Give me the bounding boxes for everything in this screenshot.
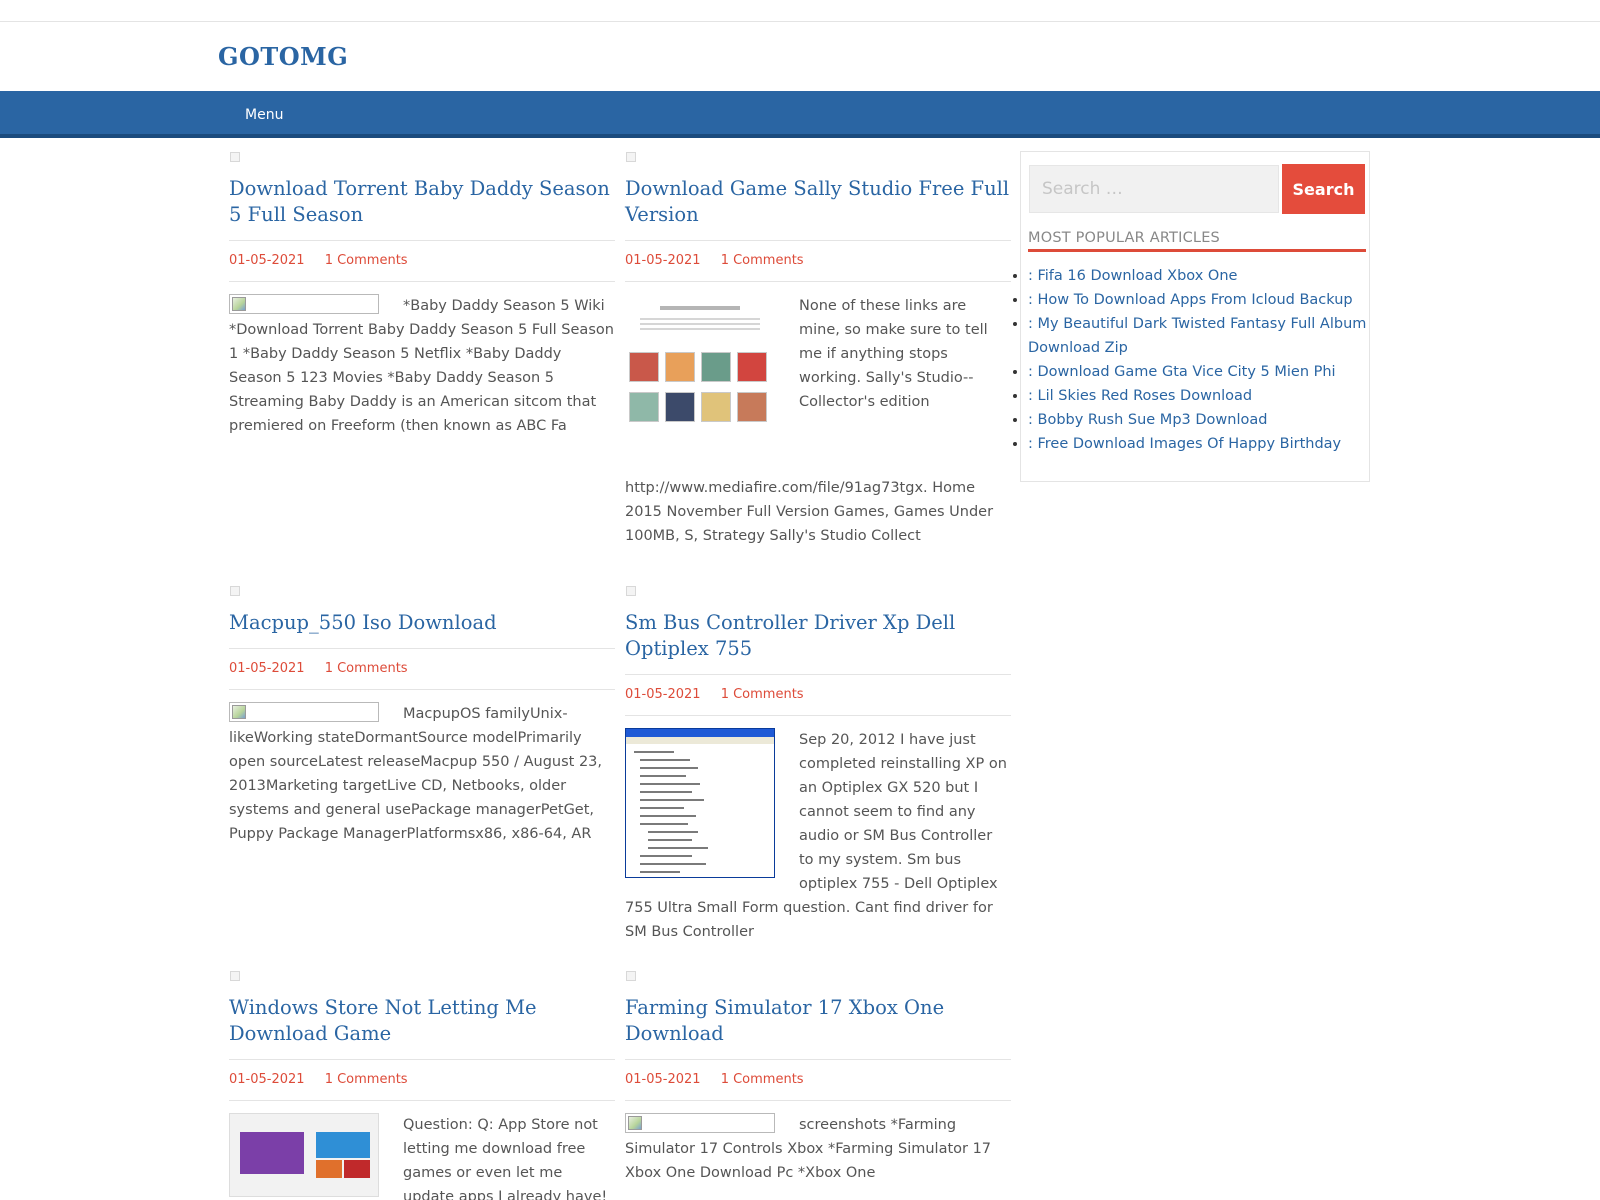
- search-input[interactable]: [1029, 165, 1279, 213]
- post-date[interactable]: 01-05-2021: [229, 661, 305, 676]
- popular-article-link[interactable]: : Fifa 16 Download Xbox One: [1028, 268, 1237, 284]
- top-bar: [0, 0, 1600, 22]
- broken-image-icon: [229, 702, 379, 722]
- post-comments-link[interactable]: 1 Comments: [325, 253, 408, 268]
- post-excerpt: screenshots *Farming Simulator 17 Contro…: [625, 1113, 1011, 1185]
- post-thumbnail-placeholder: [626, 152, 636, 162]
- post-meta: 01-05-2021 1 Comments: [229, 648, 615, 690]
- post-card: Farming Simulator 17 Xbox One Download 0…: [625, 971, 1011, 1185]
- popular-article-link[interactable]: : Bobby Rush Sue Mp3 Download: [1028, 412, 1267, 428]
- post-excerpt: None of these links are mine, so make su…: [625, 294, 1011, 548]
- post-meta: 01-05-2021 1 Comments: [625, 674, 1011, 716]
- post-excerpt: MacpupOS familyUnix-likeWorking stateDor…: [229, 702, 615, 846]
- popular-article-link[interactable]: : Lil Skies Red Roses Download: [1028, 388, 1252, 404]
- post-comments-link[interactable]: 1 Comments: [721, 1072, 804, 1087]
- post-excerpt-text: *Baby Daddy Season 5 Wiki *Download Torr…: [229, 298, 614, 434]
- post-comments-link[interactable]: 1 Comments: [721, 253, 804, 268]
- post-date[interactable]: 01-05-2021: [229, 1072, 305, 1087]
- post-excerpt: Sep 20, 2012 I have just completed reins…: [625, 728, 1011, 944]
- sidebar: Search MOST POPULAR ARTICLES : Fifa 16 D…: [1020, 151, 1370, 482]
- post-date[interactable]: 01-05-2021: [625, 253, 701, 268]
- posts-grid: Download Torrent Baby Daddy Season 5 Ful…: [229, 152, 1011, 1200]
- post-card: Download Game Sally Studio Free Full Ver…: [625, 152, 1011, 548]
- post-title[interactable]: Download Game Sally Studio Free Full Ver…: [625, 176, 1011, 228]
- post-date[interactable]: 01-05-2021: [229, 253, 305, 268]
- main-navigation: Menu: [0, 91, 1600, 138]
- post-title[interactable]: Windows Store Not Letting Me Download Ga…: [229, 995, 615, 1047]
- post-excerpt: *Baby Daddy Season 5 Wiki *Download Torr…: [229, 294, 615, 438]
- post-meta: 01-05-2021 1 Comments: [625, 1059, 1011, 1101]
- post-meta: 01-05-2021 1 Comments: [229, 1059, 615, 1101]
- search-button[interactable]: Search: [1282, 164, 1365, 214]
- post-thumbnail-placeholder: [230, 971, 240, 981]
- quilt-pattern-image: [625, 294, 775, 472]
- post-title[interactable]: Macpup_550 Iso Download: [229, 610, 615, 636]
- site-header: GOTOMG: [0, 22, 1600, 91]
- post-title[interactable]: Farming Simulator 17 Xbox One Download: [625, 995, 1011, 1047]
- post-meta: 01-05-2021 1 Comments: [625, 240, 1011, 282]
- post-title[interactable]: Sm Bus Controller Driver Xp Dell Optiple…: [625, 610, 1011, 662]
- list-item: : Bobby Rush Sue Mp3 Download: [1028, 408, 1368, 432]
- post-meta: 01-05-2021 1 Comments: [229, 240, 615, 282]
- post-date[interactable]: 01-05-2021: [625, 1072, 701, 1087]
- popular-articles-heading: MOST POPULAR ARTICLES: [1028, 230, 1366, 252]
- post-thumbnail-placeholder: [230, 586, 240, 596]
- post-comments-link[interactable]: 1 Comments: [325, 1072, 408, 1087]
- post-card: Windows Store Not Letting Me Download Ga…: [229, 971, 615, 1200]
- post-title[interactable]: Download Torrent Baby Daddy Season 5 Ful…: [229, 176, 615, 228]
- windows-store-screenshot: [229, 1113, 379, 1197]
- popular-article-link[interactable]: : Download Game Gta Vice City 5 Mien Phi: [1028, 364, 1336, 380]
- post-thumbnail-placeholder: [626, 586, 636, 596]
- broken-image-icon: [625, 1113, 775, 1133]
- post-date[interactable]: 01-05-2021: [625, 687, 701, 702]
- list-item: : Fifa 16 Download Xbox One: [1028, 264, 1368, 288]
- post-card: Sm Bus Controller Driver Xp Dell Optiple…: [625, 586, 1011, 944]
- post-card: Macpup_550 Iso Download 01-05-2021 1 Com…: [229, 586, 615, 846]
- site-title[interactable]: GOTOMG: [218, 42, 348, 71]
- popular-article-link[interactable]: : How To Download Apps From Icloud Backu…: [1028, 292, 1353, 308]
- popular-articles-list: : Fifa 16 Download Xbox One : How To Dow…: [1028, 264, 1368, 456]
- list-item: : How To Download Apps From Icloud Backu…: [1028, 288, 1368, 312]
- post-excerpt-text: MacpupOS familyUnix-likeWorking stateDor…: [229, 706, 603, 842]
- list-item: : Download Game Gta Vice City 5 Mien Phi: [1028, 360, 1368, 384]
- list-item: : Free Download Images Of Happy Birthday: [1028, 432, 1368, 456]
- device-manager-screenshot: [625, 728, 775, 878]
- post-card: Download Torrent Baby Daddy Season 5 Ful…: [229, 152, 615, 438]
- broken-image-icon: [229, 294, 379, 314]
- popular-article-link[interactable]: : My Beautiful Dark Twisted Fantasy Full…: [1028, 316, 1366, 356]
- menu-toggle-button[interactable]: Menu: [245, 107, 283, 123]
- list-item: : Lil Skies Red Roses Download: [1028, 384, 1368, 408]
- post-comments-link[interactable]: 1 Comments: [721, 687, 804, 702]
- post-comments-link[interactable]: 1 Comments: [325, 661, 408, 676]
- post-thumbnail-placeholder: [230, 152, 240, 162]
- popular-article-link[interactable]: : Free Download Images Of Happy Birthday: [1028, 436, 1341, 452]
- post-thumbnail-placeholder: [626, 971, 636, 981]
- list-item: : My Beautiful Dark Twisted Fantasy Full…: [1028, 312, 1368, 360]
- post-excerpt: Question: Q: App Store not letting me do…: [229, 1113, 615, 1200]
